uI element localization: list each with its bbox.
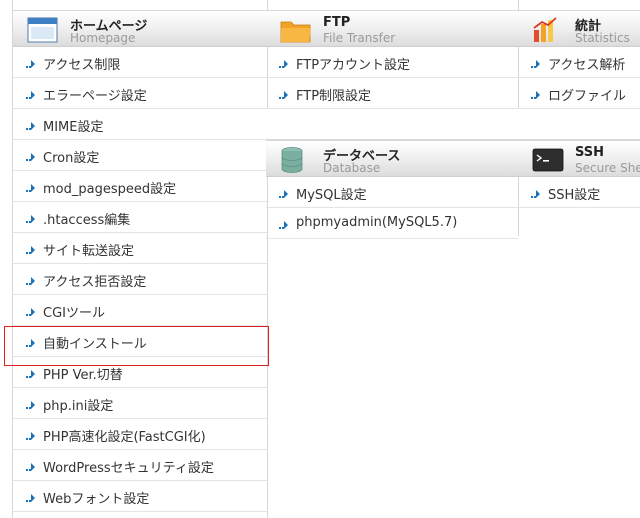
menu-item-label: エラーページ設定: [43, 89, 147, 104]
arrow-icon: [279, 91, 288, 99]
arrow-icon: [26, 184, 35, 192]
menu-item-label: Cron設定: [43, 151, 100, 166]
database-subtitle: Database: [323, 161, 381, 175]
section-spacer: [518, 109, 640, 140]
homepage-item-10[interactable]: 自動インストール: [13, 326, 267, 357]
menu-item-label: アクセス拒否設定: [43, 275, 147, 290]
menu-item-label: mod_pagespeed設定: [43, 182, 177, 197]
statistics-subtitle: Statistics: [575, 31, 630, 45]
arrow-icon: [279, 221, 288, 229]
homepage-item-7[interactable]: サイト転送設定: [13, 233, 267, 264]
homepage-item-2[interactable]: エラーページ設定: [13, 78, 267, 109]
statistics-item-1[interactable]: アクセス解析: [518, 47, 640, 78]
arrow-icon: [26, 463, 35, 471]
menu-item-label: ログファイル: [548, 89, 627, 104]
ssh-section-header: SSH Secure Shell: [518, 140, 640, 177]
homepage-window-icon: [27, 17, 58, 43]
homepage-item-15[interactable]: Webフォント設定: [13, 481, 267, 512]
arrow-icon: [26, 401, 35, 409]
homepage-menu-list: アクセス制限エラーページ設定 MIME設定 Cron設定 mod_pagespeed設…: [13, 47, 267, 512]
ftp-section-header: FTP File Transfer: [266, 10, 518, 47]
database-icon: [281, 147, 303, 173]
statistics-menu-list: アクセス解析 ログファイル: [518, 47, 640, 109]
menu-item-label: FTPアカウント設定: [296, 58, 411, 73]
arrow-icon: [26, 60, 35, 68]
statistics-ssh-column: 統計 Statistics アクセス解析 ログファイル SSH Secure Sh…: [518, 0, 640, 208]
database-menu-list: MySQL設定 phpmyadmin(MySQL5.7): [266, 177, 518, 239]
arrow-icon: [531, 91, 540, 99]
arrow-icon: [26, 277, 35, 285]
ftp-title: FTP: [323, 15, 351, 30]
database-item-2[interactable]: phpmyadmin(MySQL5.7): [266, 208, 518, 239]
menu-item-label: phpmyadmin(MySQL5.7): [296, 215, 458, 230]
menu-item-label: CGIツール: [43, 306, 105, 321]
menu-item-label: アクセス解析: [548, 58, 626, 73]
menu-item-label: MySQL設定: [296, 188, 367, 203]
homepage-item-13[interactable]: PHP高速化設定(FastCGI化): [13, 419, 267, 450]
homepage-item-12[interactable]: php.ini設定: [13, 388, 267, 419]
homepage-item-9[interactable]: CGIツール: [13, 295, 267, 326]
homepage-item-6[interactable]: .htaccess編集: [13, 202, 267, 233]
menu-item-label: MIME設定: [43, 120, 104, 135]
bar-chart-icon: [533, 17, 557, 42]
homepage-subtitle: Homepage: [70, 31, 136, 45]
arrow-icon: [26, 494, 35, 502]
ssh-item-1[interactable]: SSH設定: [518, 177, 640, 208]
arrow-icon: [279, 60, 288, 68]
ssh-menu-list: SSH設定: [518, 177, 640, 208]
arrow-icon: [26, 122, 35, 130]
homepage-item-14[interactable]: WordPressセキュリティ設定: [13, 450, 267, 481]
ftp-item-1[interactable]: FTPアカウント設定: [266, 47, 518, 78]
arrow-icon: [531, 190, 540, 198]
menu-item-label: PHP Ver.切替: [43, 368, 123, 383]
menu-item-label: 自動インストール: [43, 337, 147, 352]
menu-item-label: サイト転送設定: [43, 244, 135, 259]
menu-item-label: PHP高速化設定(FastCGI化): [43, 430, 206, 445]
arrow-icon: [26, 215, 35, 223]
homepage-section-header: ホームページ Homepage: [13, 10, 267, 47]
ftp-database-column: FTP File Transfer FTPアカウント設定 FTP制限設定 データベ…: [266, 0, 519, 239]
arrow-icon: [26, 91, 35, 99]
menu-item-label: Webフォント設定: [43, 492, 150, 507]
menu-item-label: php.ini設定: [43, 399, 114, 414]
section-spacer: [266, 109, 518, 140]
arrow-icon: [531, 60, 540, 68]
database-section-header: データベース Database: [266, 140, 518, 177]
arrow-icon: [26, 370, 35, 378]
arrow-icon: [26, 153, 35, 161]
arrow-icon: [279, 190, 288, 198]
arrow-icon: [26, 246, 35, 254]
arrow-icon: [26, 339, 35, 347]
menu-item-label: .htaccess編集: [43, 213, 131, 228]
menu-item-label: SSH設定: [548, 188, 601, 203]
menu-item-label: WordPressセキュリティ設定: [43, 461, 214, 476]
ftp-menu-list: FTPアカウント設定 FTP制限設定: [266, 47, 518, 109]
ssh-title: SSH: [575, 145, 605, 160]
homepage-item-3[interactable]: MIME設定: [13, 109, 267, 140]
homepage-item-1[interactable]: アクセス制限: [13, 47, 267, 78]
database-item-1[interactable]: MySQL設定: [266, 177, 518, 208]
arrow-icon: [26, 308, 35, 316]
homepage-item-11[interactable]: PHP Ver.切替: [13, 357, 267, 388]
terminal-icon: [532, 148, 564, 172]
ssh-subtitle: Secure Shell: [575, 161, 640, 175]
homepage-item-8[interactable]: アクセス拒否設定: [13, 264, 267, 295]
menu-item-label: FTP制限設定: [296, 89, 372, 104]
ftp-item-2[interactable]: FTP制限設定: [266, 78, 518, 109]
statistics-section-header: 統計 Statistics: [518, 10, 640, 47]
ftp-subtitle: File Transfer: [323, 31, 396, 45]
homepage-column: ホームページ Homepage アクセス制限エラーページ設定 MIME設定 Cron…: [12, 0, 268, 518]
homepage-item-4[interactable]: Cron設定: [13, 140, 267, 171]
folder-icon: [280, 21, 311, 43]
homepage-item-5[interactable]: mod_pagespeed設定: [13, 171, 267, 202]
menu-item-label: アクセス制限: [43, 58, 121, 73]
arrow-icon: [26, 432, 35, 440]
statistics-item-2[interactable]: ログファイル: [518, 78, 640, 109]
